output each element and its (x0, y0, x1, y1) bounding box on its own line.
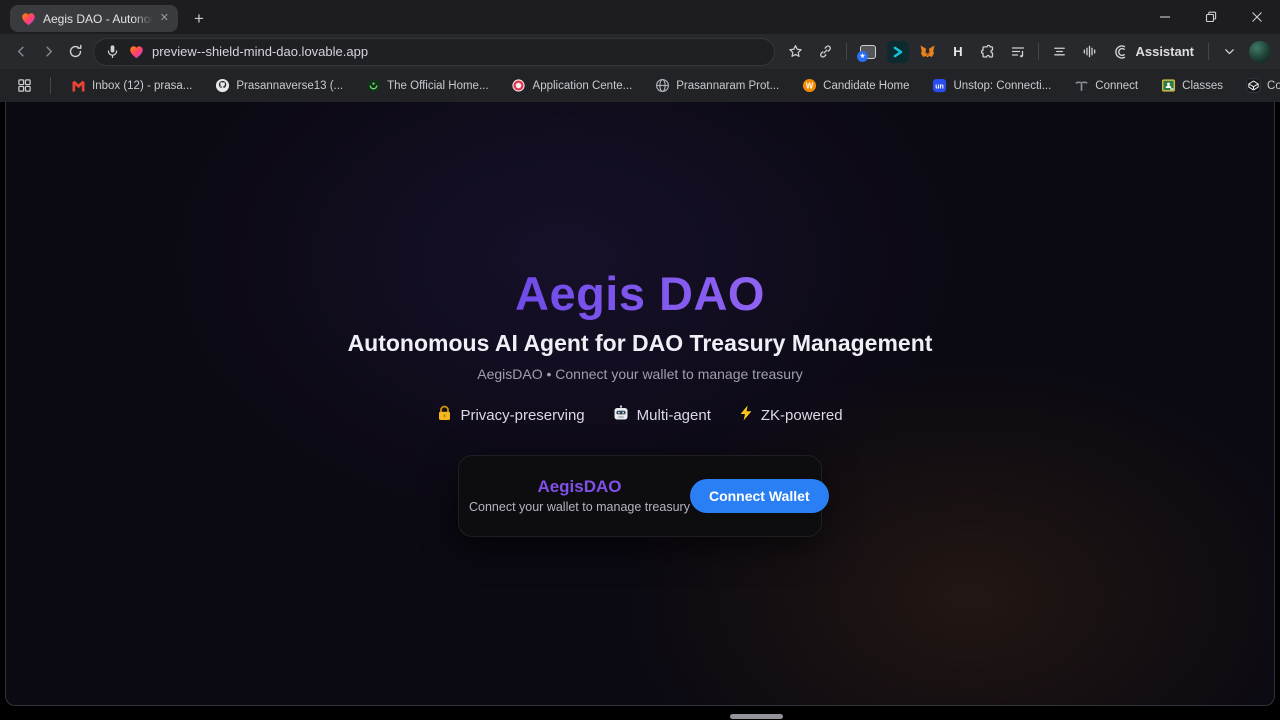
globe-icon (654, 78, 670, 94)
address-bar[interactable]: preview--shield-mind-dao.lovable.app (93, 38, 775, 66)
lovable-heart-icon (20, 11, 36, 27)
green-site-icon (365, 78, 381, 94)
github-icon (214, 78, 230, 94)
performance-bars-icon[interactable] (1077, 39, 1102, 65)
feature-multi-agent: Multi-agent (613, 405, 711, 425)
bookmark-inbox[interactable]: Inbox (12) - prasa... (64, 75, 198, 97)
toolbar-divider (1208, 43, 1209, 60)
svg-text:W: W (805, 82, 813, 91)
bookmark-unstop[interactable]: un Unstop: Connecti... (925, 75, 1057, 97)
window-controls (1142, 0, 1280, 34)
restore-button[interactable] (1188, 0, 1234, 34)
page-viewport: Aegis DAO Autonomous AI Agent for DAO Tr… (0, 102, 1280, 720)
bookmark-official-home[interactable]: The Official Home... (359, 75, 494, 97)
toolbar-divider (846, 43, 847, 60)
copy-link-icon[interactable] (813, 39, 838, 65)
codepen-icon (1245, 78, 1261, 94)
arrow-extension-icon[interactable] (885, 39, 910, 65)
classroom-icon (1160, 78, 1176, 94)
metamask-extension-icon[interactable] (915, 39, 940, 65)
hero-section: Aegis DAO Autonomous AI Agent for DAO Tr… (6, 102, 1274, 537)
bookmark-candidate-home[interactable]: W Candidate Home (795, 75, 915, 97)
robot-icon (613, 405, 629, 425)
page-subtitle: Autonomous AI Agent for DAO Treasury Man… (6, 330, 1274, 357)
wallet-card: AegisDAO Connect your wallet to manage t… (458, 455, 822, 537)
aegis-dao-page: Aegis DAO Autonomous AI Agent for DAO Tr… (5, 102, 1275, 706)
bookmark-prasannaram[interactable]: Prasannaram Prot... (648, 75, 785, 97)
chevron-down-icon[interactable] (1217, 39, 1242, 65)
bottom-letterbox (0, 706, 1280, 720)
site-favicon-heart-icon (128, 44, 144, 60)
forward-button[interactable] (35, 38, 62, 65)
browser-window: Aegis DAO - Autonomous AI ✕ + (0, 0, 1280, 720)
back-button[interactable] (8, 38, 35, 65)
refresh-button[interactable] (62, 38, 89, 65)
taskbar-indicator (730, 714, 783, 719)
profile-avatar[interactable] (1247, 39, 1272, 65)
browser-tab[interactable]: Aegis DAO - Autonomous AI ✕ (10, 5, 178, 32)
red-ring-icon (511, 78, 527, 94)
new-tab-button[interactable]: + (186, 6, 212, 32)
bookmark-codepen[interactable]: CodePen: Online... (1239, 75, 1280, 97)
feature-privacy: Privacy-preserving (437, 405, 584, 425)
page-title: Aegis DAO (515, 266, 765, 321)
gmail-icon (70, 78, 86, 94)
minimize-button[interactable] (1142, 0, 1188, 34)
bookmarks-bar: Inbox (12) - prasa... Prasannaverse13 (.… (0, 69, 1280, 102)
assistant-button[interactable]: Assistant (1107, 39, 1200, 65)
favorite-star-icon[interactable] (783, 39, 808, 65)
bookmark-connect[interactable]: Connect (1067, 75, 1144, 97)
wallet-card-subtitle: Connect your wallet to manage treasury (469, 499, 690, 516)
workday-icon: W (801, 78, 817, 94)
apps-grid-icon[interactable] (12, 73, 37, 99)
extensions-puzzle-icon[interactable] (975, 39, 1000, 65)
feature-badges: Privacy-preserving (6, 405, 1274, 425)
unstop-icon: un (931, 78, 947, 94)
bookmarks-divider (50, 77, 51, 94)
wallet-card-title: AegisDAO (469, 476, 690, 499)
voice-search-icon[interactable] (104, 44, 120, 60)
bookmark-classes[interactable]: Classes (1154, 75, 1229, 97)
connect-wallet-button[interactable]: Connect Wallet (690, 479, 829, 513)
lock-icon (437, 405, 452, 425)
immersive-reader-icon[interactable] (1047, 39, 1072, 65)
feature-zk: ZK-powered (739, 405, 843, 425)
page-tagline: AegisDAO • Connect your wallet to manage… (6, 366, 1274, 382)
browser-toolbar: preview--shield-mind-dao.lovable.app ★ (0, 34, 1280, 69)
tab-title: Aegis DAO - Autonomous AI (43, 12, 153, 26)
bookmark-application-center[interactable]: Application Cente... (505, 75, 639, 97)
tab-close-icon[interactable]: ✕ (160, 13, 169, 24)
copilot-icon (1113, 44, 1129, 60)
bolt-icon (739, 405, 753, 425)
assistant-label: Assistant (1135, 44, 1194, 59)
tab-list-icon[interactable] (1005, 39, 1030, 65)
toolbar-divider (1038, 43, 1039, 60)
wallet-card-text: AegisDAO Connect your wallet to manage t… (469, 476, 690, 516)
close-button[interactable] (1234, 0, 1280, 34)
url-text[interactable]: preview--shield-mind-dao.lovable.app (152, 44, 368, 59)
collections-icon[interactable]: ★ (855, 39, 880, 65)
svg-text:un: un (935, 83, 944, 90)
h-extension-icon[interactable]: H (945, 39, 970, 65)
bookmark-github[interactable]: Prasannaverse13 (... (208, 75, 349, 97)
tesla-icon (1073, 78, 1089, 94)
toolbar-right-cluster: ★ H (783, 39, 1272, 65)
browser-titlebar: Aegis DAO - Autonomous AI ✕ + (0, 0, 1280, 34)
